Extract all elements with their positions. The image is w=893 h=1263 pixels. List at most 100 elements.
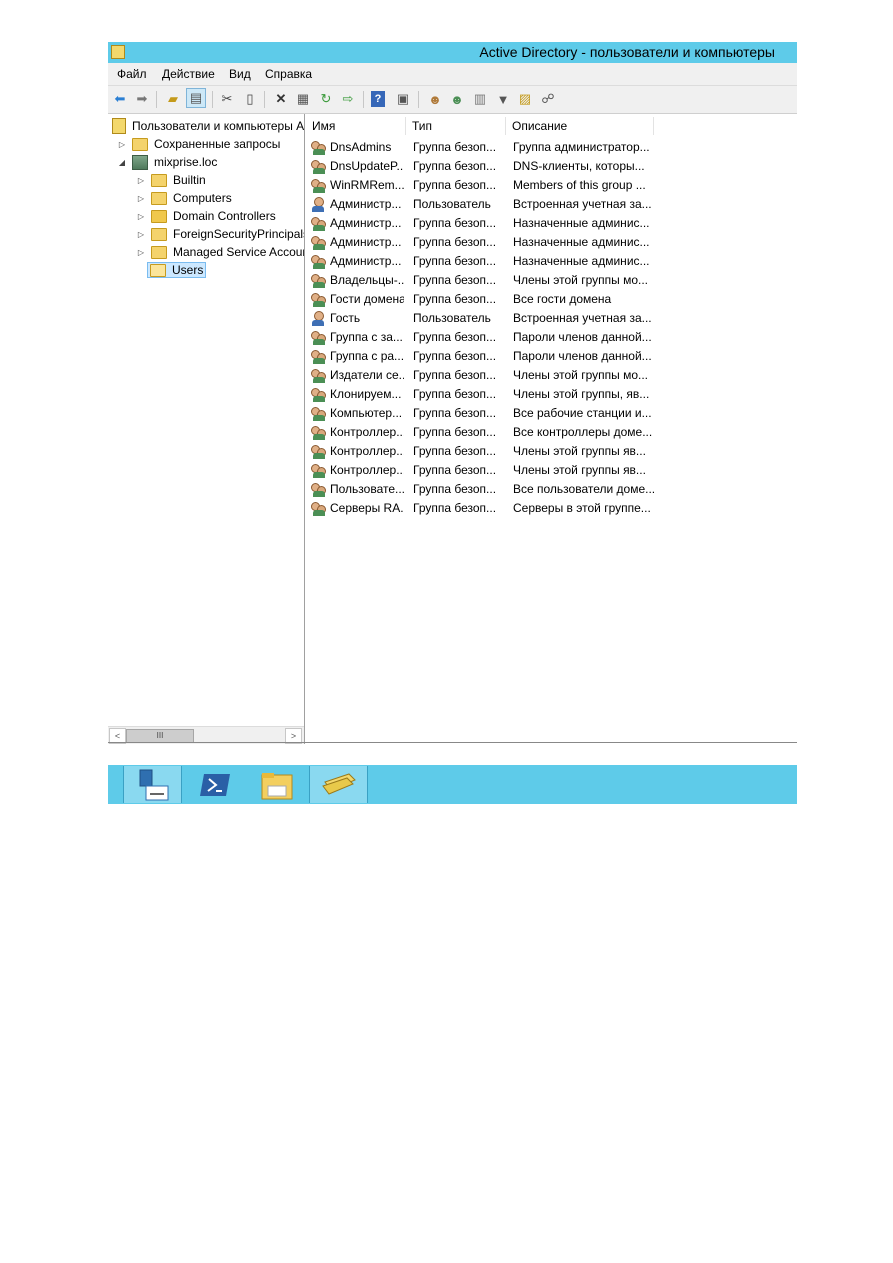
group-icon — [311, 330, 327, 345]
expand-arrow-icon[interactable]: ▷ — [135, 194, 147, 203]
new-group-icon[interactable]: ☻ — [448, 90, 466, 108]
table-row[interactable]: DnsAdmins Группа безоп... Группа администр… — [306, 138, 797, 157]
menu-help[interactable]: Справка — [265, 67, 312, 81]
cell-type: Группа безоп... — [413, 235, 497, 249]
up-folder-icon[interactable]: ▰ — [164, 90, 182, 108]
back-icon[interactable]: ⬅ — [111, 90, 129, 108]
help-icon[interactable]: ? — [371, 91, 385, 107]
expand-arrow-icon[interactable]: ▷ — [135, 248, 147, 257]
group-icon — [311, 159, 327, 174]
refresh-icon[interactable]: ↻ — [317, 90, 335, 108]
cell-name: Контроллер... — [330, 444, 404, 458]
cell-description: Все рабочие станции и... — [513, 406, 652, 420]
cell-description: Все пользователи доме... — [513, 482, 656, 496]
menu-file[interactable]: Файл — [117, 67, 147, 81]
table-row[interactable]: Серверы RA... Группа безоп... Серверы в эт… — [306, 499, 797, 518]
table-row[interactable]: Компьютер... Группа безоп... Все рабочие с… — [306, 404, 797, 423]
cell-description: Серверы в этой группе... — [513, 501, 651, 515]
folder-icon — [151, 245, 167, 259]
tree-item-domain-controllers[interactable]: ▷ Domain Controllers — [135, 207, 276, 225]
tree-root[interactable]: Пользователи и компьютеры Active Directo… — [112, 117, 304, 135]
expand-arrow-icon[interactable]: ▷ — [135, 176, 147, 185]
table-row[interactable]: Администр... Группа безоп... Назначенные а… — [306, 252, 797, 271]
properties-icon[interactable]: ▦ — [294, 90, 312, 108]
table-row[interactable]: Контроллер... Группа безоп... Члены этой г… — [306, 461, 797, 480]
tree-item-users[interactable]: Users — [147, 261, 207, 279]
table-row[interactable]: Администр... Группа безоп... Назначенные а… — [306, 233, 797, 252]
cut-icon[interactable]: ✂ — [218, 90, 236, 108]
powershell-icon[interactable] — [185, 766, 244, 803]
column-header-type[interactable]: Тип — [406, 117, 506, 135]
cell-description: Члены этой группы яв... — [513, 463, 646, 477]
console-tree: Пользователи и компьютеры Active Directo… — [108, 114, 305, 744]
tree-item-managed-service-accounts[interactable]: ▷ Managed Service Accounts — [135, 243, 304, 261]
table-row[interactable]: DnsUpdateP... Группа безоп... DNS-клиенты,… — [306, 157, 797, 176]
cell-type: Группа безоп... — [413, 368, 497, 382]
find-icon[interactable]: ▨ — [516, 90, 534, 108]
expand-arrow-icon[interactable]: ▷ — [135, 212, 147, 221]
cell-name: Контроллер... — [330, 425, 404, 439]
add-to-group-icon[interactable]: ☍ — [539, 90, 557, 108]
cell-name: Администр... — [330, 216, 402, 230]
server-manager-icon[interactable] — [123, 766, 182, 803]
filter-icon[interactable]: ▼ — [494, 90, 512, 108]
cell-type: Группа безоп... — [413, 292, 497, 306]
table-row[interactable]: Гости домена Группа безоп... Все гости дом… — [306, 290, 797, 309]
tree-item-computers[interactable]: ▷ Computers — [135, 189, 232, 207]
table-row[interactable]: Гость Пользователь Встроенная учетная за..… — [306, 309, 797, 328]
cell-name: Клонируем... — [330, 387, 402, 401]
tree-item-foreign-security-principals[interactable]: ▷ ForeignSecurityPrincipals — [135, 225, 304, 243]
table-row[interactable]: Клонируем... Группа безоп... Члены этой гр… — [306, 385, 797, 404]
table-row[interactable]: Группа с ра... Группа безоп... Пароли член… — [306, 347, 797, 366]
table-row[interactable]: Издатели се... Группа безоп... Члены этой … — [306, 366, 797, 385]
table-row[interactable]: Администр... Группа безоп... Назначенные а… — [306, 214, 797, 233]
new-user-icon[interactable]: ☻ — [426, 90, 444, 108]
cell-name: Гости домена — [330, 292, 404, 306]
cell-type: Группа безоп... — [413, 501, 497, 515]
table-row[interactable]: Контроллер... Группа безоп... Все контролл… — [306, 423, 797, 442]
cell-type: Группа безоп... — [413, 159, 497, 173]
cell-type: Группа безоп... — [413, 254, 497, 268]
table-row[interactable]: Администр... Пользователь Встроенная учетн… — [306, 195, 797, 214]
menu-view[interactable]: Вид — [229, 67, 251, 81]
paste-icon[interactable]: ▯ — [241, 90, 259, 108]
group-icon — [311, 178, 327, 193]
scroll-thumb[interactable]: III — [126, 729, 194, 743]
column-header-name[interactable]: Имя — [306, 117, 406, 135]
table-row[interactable]: WinRMRem... Группа безоп... Members of thi… — [306, 176, 797, 195]
expand-arrow-icon[interactable]: ▷ — [135, 230, 147, 239]
table-row[interactable]: Владельцы-... Группа безоп... Члены этой г… — [306, 271, 797, 290]
cell-type: Группа безоп... — [413, 444, 497, 458]
new-ou-icon[interactable]: ▥ — [471, 90, 489, 108]
title-bar[interactable]: Active Directory - пользователи и компью… — [108, 42, 797, 63]
show-hide-tree-icon[interactable]: ▤ — [186, 88, 206, 108]
tree-item-builtin[interactable]: ▷ Builtin — [135, 171, 206, 189]
tree-item-label: Computers — [173, 191, 232, 205]
cell-type: Группа безоп... — [413, 425, 497, 439]
table-row[interactable]: Группа с за... Группа безоп... Пароли член… — [306, 328, 797, 347]
selected-node[interactable]: Users — [147, 262, 207, 278]
table-row[interactable]: Контроллер... Группа безоп... Члены этой г… — [306, 442, 797, 461]
cell-name: Пользовате... — [330, 482, 404, 496]
expand-arrow-icon[interactable]: ▷ — [116, 140, 128, 149]
cell-name: Владельцы-... — [330, 273, 404, 287]
cell-name: Группа с ра... — [330, 349, 404, 363]
tree-saved-queries[interactable]: ▷ Сохраненные запросы — [116, 135, 280, 153]
window-title: Active Directory - пользователи и компью… — [479, 44, 775, 60]
user-icon — [311, 311, 327, 326]
cell-type: Группа безоп... — [413, 140, 497, 154]
collapse-arrow-icon[interactable]: ◢ — [116, 158, 128, 167]
cell-name: Серверы RA... — [330, 501, 404, 515]
table-row[interactable]: Пользовате... Группа безоп... Все пользова… — [306, 480, 797, 499]
file-explorer-icon[interactable] — [247, 766, 306, 803]
column-header-description[interactable]: Описание — [506, 117, 654, 135]
delete-icon[interactable]: ✕ — [272, 90, 290, 108]
tree-domain[interactable]: ◢ mixprise.loc — [116, 153, 217, 171]
cell-type: Группа безоп... — [413, 482, 497, 496]
forward-icon[interactable]: ➡ — [133, 90, 151, 108]
taskbar — [108, 765, 797, 804]
ad-users-computers-icon[interactable] — [309, 766, 368, 803]
console-icon[interactable]: ▣ — [394, 90, 412, 108]
export-icon[interactable]: ⇨ — [339, 90, 357, 108]
menu-action[interactable]: Действие — [162, 67, 215, 81]
